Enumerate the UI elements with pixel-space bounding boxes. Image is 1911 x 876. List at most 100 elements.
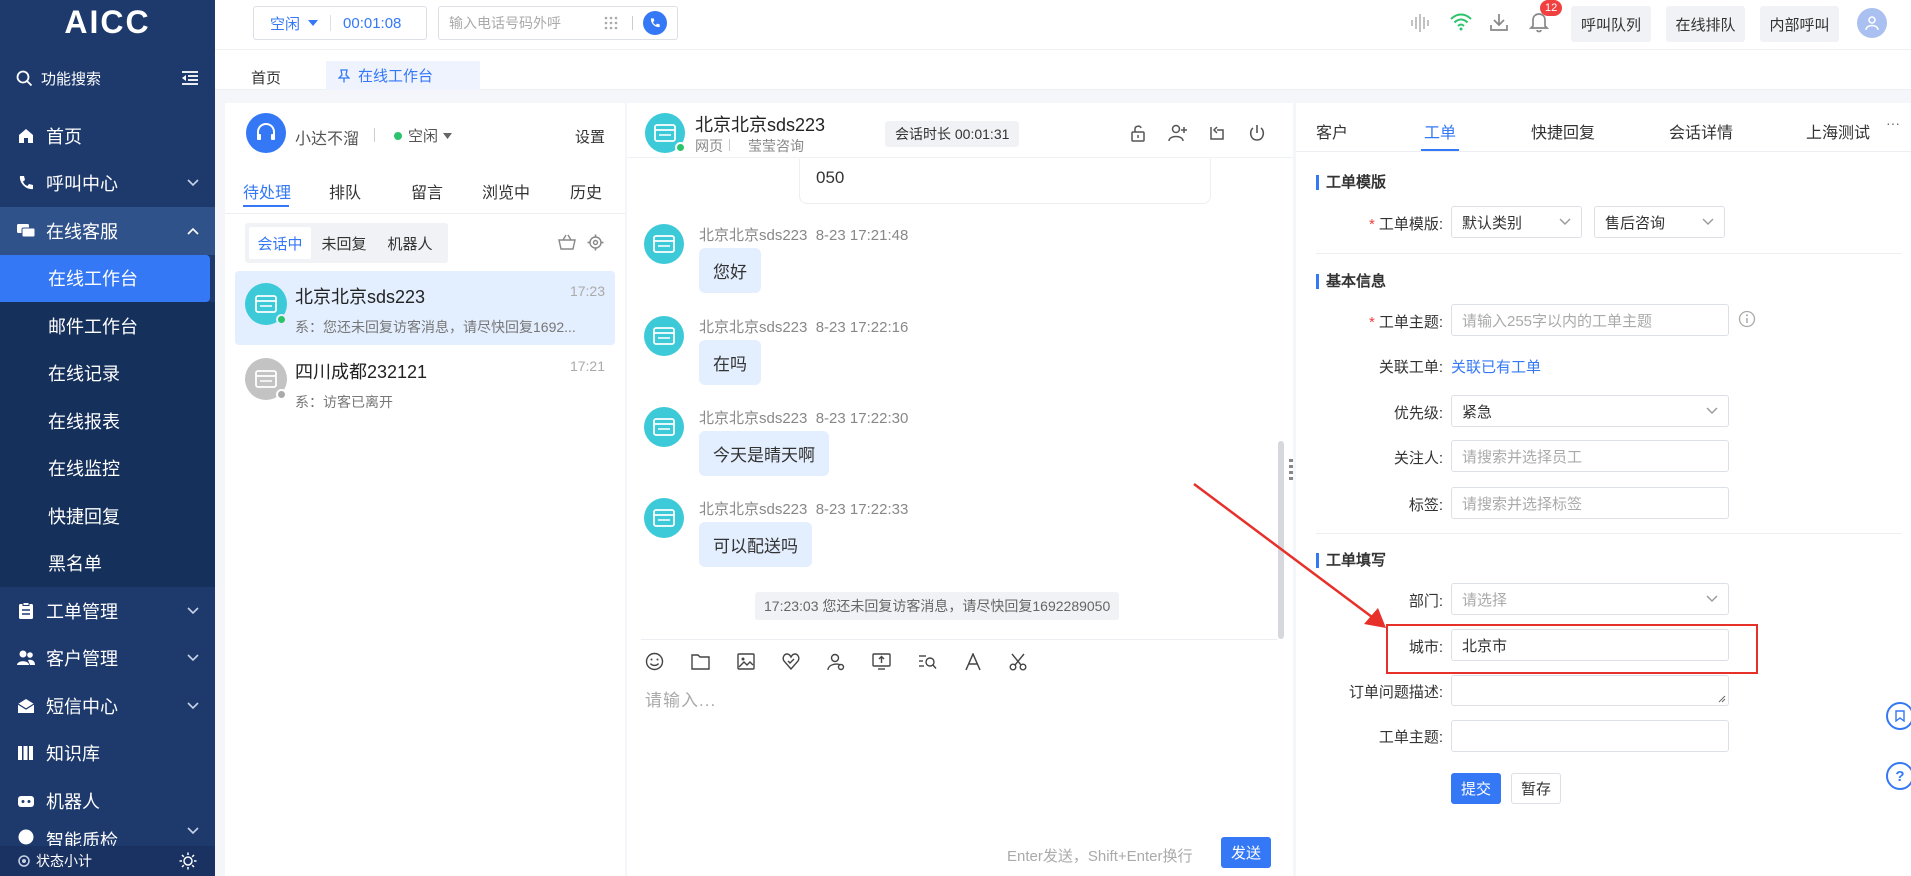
user-avatar[interactable] bbox=[1857, 8, 1887, 38]
partial-bubble: 050 bbox=[799, 159, 1211, 204]
chevron-down-icon bbox=[1702, 218, 1714, 226]
sun-icon[interactable] bbox=[179, 852, 197, 870]
search-history-icon[interactable] bbox=[918, 652, 937, 671]
image-icon[interactable] bbox=[737, 652, 755, 671]
scissors-icon[interactable] bbox=[1009, 652, 1027, 671]
agent-status-dropdown[interactable]: 空闲 bbox=[394, 125, 453, 146]
sidebar-item-call-center[interactable]: 呼叫中心 bbox=[0, 160, 215, 208]
settings-link[interactable]: 设置 bbox=[575, 126, 605, 147]
filter-robot[interactable]: 机器人 bbox=[377, 227, 443, 259]
help-float-button[interactable]: ? bbox=[1886, 762, 1911, 790]
sidebar-subitem-mail-workbench[interactable]: 邮件工作台 bbox=[0, 302, 215, 350]
sidebar-item-sms-center[interactable]: 短信中心 bbox=[0, 682, 215, 730]
call-button[interactable] bbox=[643, 11, 667, 35]
sidebar-item-label: 首页 bbox=[46, 126, 82, 147]
subject2-input[interactable] bbox=[1451, 720, 1729, 752]
history-back-icon[interactable] bbox=[1208, 124, 1226, 142]
sidebar-subitem-quick-reply[interactable]: 快捷回复 bbox=[0, 492, 215, 540]
subject-input[interactable]: 请输入255字以内的工单主题 bbox=[1451, 304, 1729, 336]
submit-button[interactable]: 提交 bbox=[1451, 773, 1501, 804]
order-description-textarea[interactable] bbox=[1451, 675, 1729, 706]
sidebar-subitem-online-records[interactable]: 在线记录 bbox=[0, 349, 215, 397]
tab-history[interactable]: 历史 bbox=[570, 179, 602, 203]
sidebar-item-robot[interactable]: 机器人 bbox=[0, 777, 215, 825]
session-duration-badge: 会话时长 00:01:31 bbox=[885, 121, 1020, 147]
status-summary-bar[interactable]: 状态小计 bbox=[0, 846, 215, 876]
tab-messages[interactable]: 留言 bbox=[411, 179, 443, 203]
department-select[interactable]: 请选择 bbox=[1451, 583, 1729, 615]
function-search[interactable]: 功能搜索 bbox=[0, 44, 215, 112]
sidebar-item-ticket-management[interactable]: 工单管理 bbox=[0, 587, 215, 635]
basket-icon[interactable] bbox=[558, 234, 576, 250]
agent-status-select[interactable]: 空闲 bbox=[270, 13, 300, 34]
required-mark: * bbox=[1368, 216, 1375, 233]
transfer-user-icon[interactable] bbox=[1168, 124, 1188, 142]
message-input[interactable]: 请输入... bbox=[645, 686, 1265, 806]
dial-input[interactable]: 输入电话号码外呼 bbox=[449, 13, 604, 33]
sidebar-subitem-online-workbench[interactable]: 在线工作台 bbox=[0, 254, 210, 302]
save-draft-button[interactable]: 暂存 bbox=[1511, 773, 1561, 804]
info-icon[interactable] bbox=[1738, 310, 1756, 328]
visitor-avatar bbox=[644, 316, 684, 356]
gear-icon[interactable] bbox=[587, 234, 604, 251]
conversation-list-panel: 小达不溜 空闲 设置 待处理 排队 留言 浏览中 历史 会话中 未回复 机器人 … bbox=[225, 103, 625, 876]
bookmark-float-button[interactable] bbox=[1886, 702, 1911, 730]
tab-pending[interactable]: 待处理 bbox=[243, 179, 291, 203]
offline-dot bbox=[276, 389, 287, 400]
internal-call-button[interactable]: 内部呼叫 bbox=[1760, 6, 1839, 42]
folder-icon[interactable] bbox=[691, 652, 710, 671]
keypad-icon[interactable] bbox=[604, 16, 618, 30]
tab-customer[interactable]: 客户 bbox=[1316, 119, 1348, 143]
sidebar-item-online-service[interactable]: 在线客服 bbox=[0, 207, 215, 255]
filter-unreplied[interactable]: 未回复 bbox=[311, 227, 377, 259]
sidebar-item-customer-management[interactable]: 客户管理 bbox=[0, 635, 215, 683]
filter-in-session[interactable]: 会话中 bbox=[249, 227, 311, 259]
message-time: 8-23 17:22:33 bbox=[815, 501, 909, 518]
tab-session-details[interactable]: 会话详情 bbox=[1669, 119, 1733, 143]
template-type-select[interactable]: 售后咨询 bbox=[1594, 206, 1725, 238]
check-icon bbox=[16, 827, 36, 847]
watcher-input[interactable]: 请搜索并选择员工 bbox=[1451, 440, 1729, 472]
sidebar-item-home[interactable]: 首页 bbox=[0, 112, 215, 160]
screen-share-icon[interactable] bbox=[872, 652, 891, 671]
agent-status-label: 空闲 bbox=[408, 128, 439, 145]
sidebar-subitem-online-monitor[interactable]: 在线监控 bbox=[0, 444, 215, 492]
related-ticket-link[interactable]: 关联已有工单 bbox=[1451, 356, 1541, 377]
user-settings-icon[interactable] bbox=[827, 652, 845, 671]
tab-shanghai-test[interactable]: 上海测试 bbox=[1806, 119, 1878, 143]
dial-input-box[interactable]: 输入电话号码外呼 bbox=[438, 6, 678, 40]
tab-home[interactable]: 首页 bbox=[251, 67, 281, 88]
online-queue-button[interactable]: 在线排队 bbox=[1666, 6, 1745, 42]
more-tabs-button[interactable]: ··· bbox=[1886, 115, 1900, 131]
order-description-label: 订单问题描述: bbox=[1348, 684, 1443, 701]
emoji-icon[interactable] bbox=[645, 652, 664, 671]
download-icon[interactable] bbox=[1489, 12, 1509, 32]
tab-queue[interactable]: 排队 bbox=[329, 179, 361, 203]
priority-select[interactable]: 紧急 bbox=[1451, 395, 1729, 427]
divider bbox=[1296, 151, 1911, 152]
tab-ticket[interactable]: 工单 bbox=[1424, 119, 1456, 143]
tab-browsing[interactable]: 浏览中 bbox=[482, 179, 530, 203]
tag-input[interactable]: 请搜索并选择标签 bbox=[1451, 487, 1729, 519]
call-queue-button[interactable]: 呼叫队列 bbox=[1571, 6, 1651, 42]
sidebar-subitem-online-reports[interactable]: 在线报表 bbox=[0, 397, 215, 445]
send-button[interactable]: 发送 bbox=[1221, 837, 1271, 868]
tab-online-workbench[interactable]: 在线工作台 bbox=[326, 61, 480, 90]
field-label-text: 工单主题: bbox=[1378, 314, 1443, 331]
template-category-select[interactable]: 默认类别 bbox=[1451, 206, 1582, 238]
agent-status-control[interactable]: 空闲 00:01:08 bbox=[253, 6, 427, 40]
sidebar-item-knowledge-base[interactable]: 知识库 bbox=[0, 730, 215, 778]
resize-grip-icon[interactable] bbox=[1718, 695, 1726, 703]
conversation-item[interactable]: 四川成都232121 17:21 系：访客已离开 bbox=[235, 346, 615, 420]
collapse-menu-icon[interactable] bbox=[181, 70, 199, 86]
sidebar-subitem-blacklist[interactable]: 黑名单 bbox=[0, 539, 215, 587]
sidebar-item-label: 工单管理 bbox=[46, 601, 118, 622]
font-icon[interactable] bbox=[964, 652, 982, 671]
subject2-label: 工单主题: bbox=[1378, 729, 1443, 746]
satisfaction-icon[interactable] bbox=[782, 652, 800, 671]
city-input[interactable]: 北京市 bbox=[1451, 629, 1729, 661]
tab-quick-reply[interactable]: 快捷回复 bbox=[1531, 119, 1595, 143]
conversation-item[interactable]: 北京北京sds223 17:23 系：您还未回复访客消息，请尽快回复1692..… bbox=[235, 271, 615, 345]
power-icon[interactable] bbox=[1248, 124, 1266, 142]
unlock-icon[interactable] bbox=[1129, 124, 1147, 142]
